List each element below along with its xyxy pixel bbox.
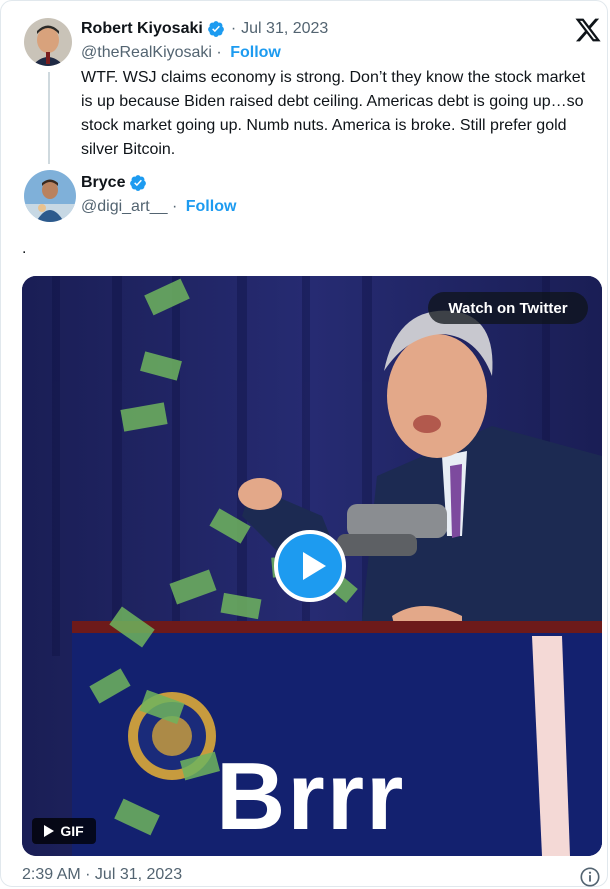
reply-text: . xyxy=(22,240,27,257)
reply-verified-badge-icon xyxy=(130,175,147,191)
gif-play-icon xyxy=(44,825,55,837)
handle-separator: · xyxy=(216,44,222,61)
main-tweet-handle-line: @theRealKiyosaki · Follow xyxy=(81,44,281,62)
watch-on-twitter-button[interactable]: Watch on Twitter xyxy=(428,292,588,324)
main-tweet-text: WTF. WSJ claims economy is strong. Don’t… xyxy=(81,69,586,158)
author-handle[interactable]: @theRealKiyosaki xyxy=(81,44,212,61)
author-name[interactable]: Robert Kiyosaki xyxy=(81,20,203,38)
info-icon[interactable] xyxy=(579,866,601,888)
reply-author-avatar[interactable] xyxy=(24,170,76,222)
tweet-date[interactable]: Jul 31, 2023 xyxy=(241,20,328,38)
main-tweet-name-line: Robert Kiyosaki · Jul 31, 2023 xyxy=(81,20,328,38)
gif-label: GIF xyxy=(60,823,84,839)
reply-author-handle[interactable]: @digi_art__ xyxy=(81,198,168,215)
x-logo-icon[interactable] xyxy=(574,16,602,44)
reply-name-line: Bryce xyxy=(81,174,147,192)
follow-link[interactable]: Follow xyxy=(230,44,281,61)
play-icon[interactable] xyxy=(274,530,346,602)
reply-follow-link[interactable]: Follow xyxy=(186,198,237,215)
verified-badge-icon xyxy=(207,21,224,37)
reply-author-name[interactable]: Bryce xyxy=(81,174,125,192)
reply-handle-line: @digi_art__ · Follow xyxy=(81,198,236,216)
gif-badge[interactable]: GIF xyxy=(32,818,96,844)
gif-overlay-text: Brrr xyxy=(216,743,406,850)
author-avatar[interactable] xyxy=(24,18,72,66)
tweet-timestamp[interactable]: 2:39 AM · Jul 31, 2023 xyxy=(22,866,182,884)
thread-connector xyxy=(48,72,50,164)
date-separator: · xyxy=(230,20,237,37)
reply-handle-separator: · xyxy=(171,198,178,215)
